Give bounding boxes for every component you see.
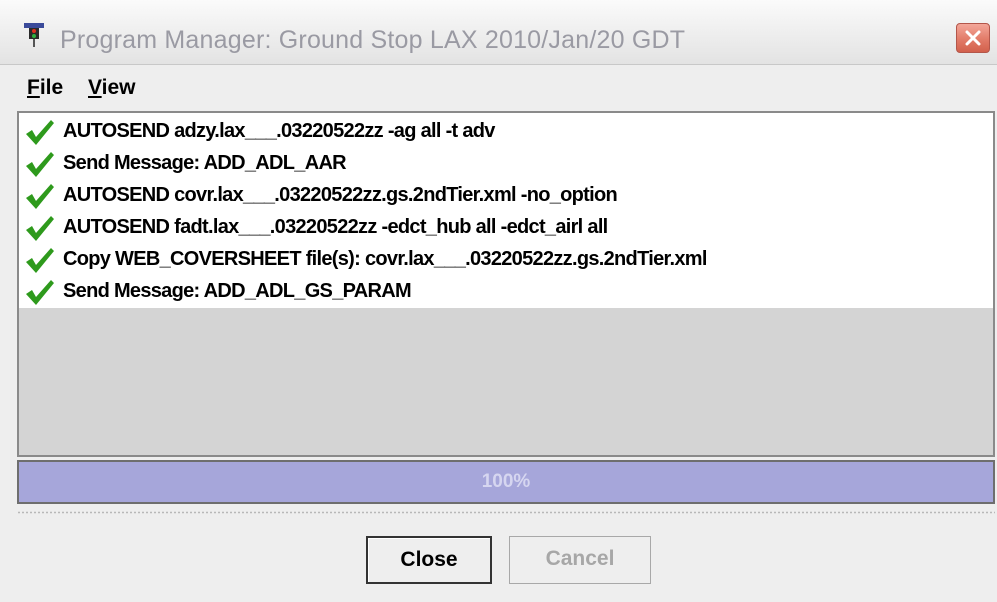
checkmark-icon [26,280,54,305]
menu-view-label: iew [101,76,136,99]
checkmark-icon [26,184,54,209]
checkmark-icon [26,216,54,241]
log-entry: Send Message: ADD_ADL_AAR [19,148,993,180]
log-list: AUTOSEND adzy.lax___.03220522zz -ag all … [19,113,993,308]
title-bar[interactable]: Program Manager: Ground Stop LAX 2010/Ja… [0,0,997,65]
window-close-button[interactable] [956,23,990,53]
close-button[interactable]: Close [366,536,492,584]
traffic-light-icon [24,23,44,47]
close-icon [965,30,981,46]
checkmark-icon [26,152,54,177]
progress-label: 100% [481,471,531,492]
menu-bar: File View [0,65,997,109]
log-entry: Copy WEB_COVERSHEET file(s): covr.lax___… [19,244,993,276]
log-entry: Send Message: ADD_ADL_GS_PARAM [19,276,993,308]
checkmark-icon [26,120,54,145]
log-entry-text: Send Message: ADD_ADL_GS_PARAM [63,280,412,302]
cancel-button[interactable]: Cancel [509,536,651,584]
checkmark-icon [26,248,54,273]
log-entry: AUTOSEND adzy.lax___.03220522zz -ag all … [19,116,993,148]
window-title: Program Manager: Ground Stop LAX 2010/Ja… [60,26,686,54]
menu-file[interactable]: File [27,76,63,100]
log-entry: AUTOSEND fadt.lax___.03220522zz -edct_hu… [19,212,993,244]
log-panel[interactable]: AUTOSEND adzy.lax___.03220522zz -ag all … [17,111,995,457]
log-entry-text: AUTOSEND covr.lax___.03220522zz.gs.2ndTi… [63,184,618,206]
log-entry-text: Send Message: ADD_ADL_AAR [63,152,347,174]
log-entry-text: AUTOSEND fadt.lax___.03220522zz -edct_hu… [63,216,608,238]
log-entry: AUTOSEND covr.lax___.03220522zz.gs.2ndTi… [19,180,993,212]
progress-bar: 100% [17,460,995,504]
menu-file-mnemonic: F [27,76,40,99]
separator [17,511,995,514]
log-entry-text: AUTOSEND adzy.lax___.03220522zz -ag all … [63,120,495,142]
log-entry-text: Copy WEB_COVERSHEET file(s): covr.lax___… [63,248,707,270]
menu-view[interactable]: View [88,76,136,100]
menu-file-label: ile [39,76,64,99]
program-manager-window: Program Manager: Ground Stop LAX 2010/Ja… [0,0,997,602]
menu-view-mnemonic: V [88,76,102,99]
